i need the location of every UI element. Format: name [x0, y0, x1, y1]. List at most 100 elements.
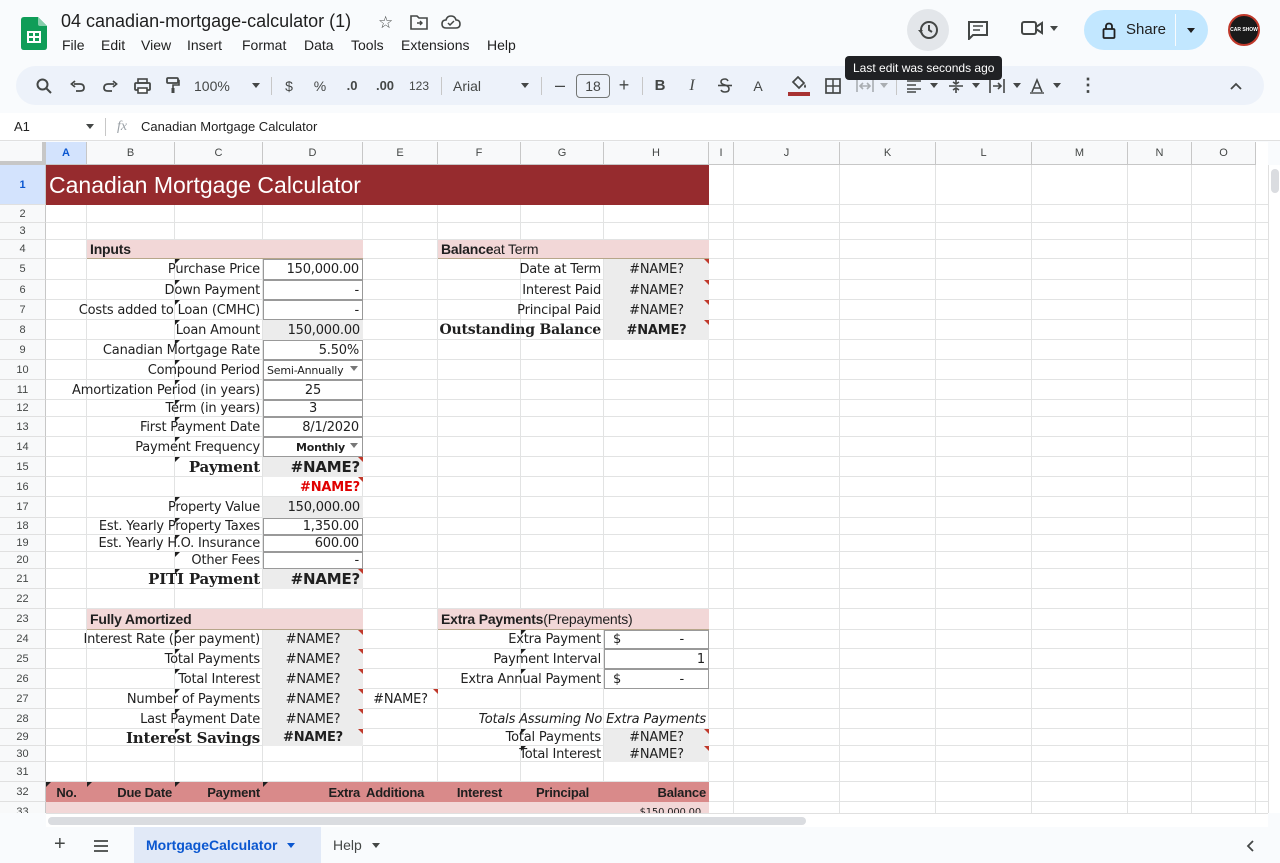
add-sheet-icon[interactable]: + — [54, 834, 66, 854]
column-header-n[interactable]: N — [1128, 142, 1192, 165]
column-header-f[interactable]: F — [438, 142, 521, 165]
column-header-o[interactable]: O — [1192, 142, 1256, 165]
redo-icon[interactable] — [100, 66, 120, 105]
row-header-19[interactable]: 19 — [0, 535, 46, 552]
font-select[interactable]: Arial — [453, 66, 529, 105]
menu-format[interactable]: Format — [242, 37, 286, 53]
print-icon[interactable] — [132, 66, 152, 105]
input-value[interactable]: #NAME? — [263, 569, 363, 589]
font-size-input[interactable]: 18 — [576, 74, 610, 98]
horizontal-scrollbar[interactable] — [46, 813, 1268, 827]
menu-file[interactable]: File — [62, 37, 85, 53]
column-header-h[interactable]: H — [604, 142, 709, 165]
more-formats-button[interactable]: 123 — [407, 66, 431, 105]
input-value[interactable]: 8/1/2020 — [263, 417, 363, 437]
name-box[interactable]: A1 — [0, 113, 100, 140]
input-value[interactable]: 1,350.00 — [263, 518, 363, 535]
input-value[interactable]: 150,000.00 — [263, 320, 363, 340]
vertical-scrollbar-track[interactable] — [1268, 165, 1280, 813]
row-header-18[interactable]: 18 — [0, 518, 46, 535]
row-header-3[interactable]: 3 — [0, 223, 46, 240]
dropdown-chevron-icon[interactable] — [350, 443, 358, 448]
sheets-logo-icon[interactable] — [21, 17, 47, 50]
text-color-button[interactable]: A — [750, 66, 766, 105]
increase-font-size-button[interactable]: + — [617, 66, 631, 105]
comments-icon[interactable] — [967, 20, 989, 45]
input-value[interactable]: - — [263, 280, 363, 300]
menu-help[interactable]: Help — [487, 37, 516, 53]
row-header-33[interactable]: 33 — [0, 802, 46, 813]
input-value[interactable]: - — [263, 300, 363, 320]
extra-value[interactable]: $ - — [604, 669, 709, 689]
row-header-26[interactable]: 26 — [0, 669, 46, 689]
row-header-4[interactable]: 4 — [0, 240, 46, 259]
tab-help[interactable]: Help — [333, 827, 380, 863]
row-header-13[interactable]: 13 — [0, 417, 46, 437]
row-header-8[interactable]: 8 — [0, 320, 46, 340]
bold-button[interactable]: B — [653, 66, 667, 105]
avatar[interactable]: CAR SHOW — [1228, 14, 1260, 46]
share-dropdown-icon[interactable] — [1187, 28, 1195, 33]
row-header-27[interactable]: 27 — [0, 689, 46, 709]
row-header-21[interactable]: 21 — [0, 569, 46, 589]
document-title[interactable]: 04 canadian-mortgage-calculator (1) — [61, 11, 351, 32]
row-header-20[interactable]: 20 — [0, 552, 46, 569]
column-header-k[interactable]: K — [840, 142, 936, 165]
row-header-15[interactable]: 15 — [0, 457, 46, 477]
column-header-c[interactable]: C — [175, 142, 263, 165]
format-currency-button[interactable]: $ — [282, 66, 296, 105]
input-value[interactable]: 25 — [263, 380, 363, 400]
row-header-9[interactable]: 9 — [0, 340, 46, 360]
search-menus-icon[interactable] — [34, 66, 54, 105]
row-header-32[interactable]: 32 — [0, 782, 46, 802]
column-header-m[interactable]: M — [1032, 142, 1128, 165]
column-header-e[interactable]: E — [363, 142, 438, 165]
row-header-2[interactable]: 2 — [0, 205, 46, 223]
column-header-i[interactable]: I — [709, 142, 734, 165]
row-header-6[interactable]: 6 — [0, 280, 46, 300]
input-value[interactable]: 150,000.00 — [263, 259, 363, 280]
row-header-28[interactable]: 28 — [0, 709, 46, 729]
row-header-25[interactable]: 25 — [0, 649, 46, 669]
column-header-d[interactable]: D — [263, 142, 363, 165]
paint-format-icon[interactable] — [163, 66, 183, 105]
format-percent-button[interactable]: % — [313, 66, 327, 105]
column-header-a[interactable]: A — [46, 142, 87, 165]
column-header-j[interactable]: J — [734, 142, 840, 165]
increase-decimal-button[interactable]: .00 — [373, 66, 397, 105]
menu-insert[interactable]: Insert — [187, 37, 222, 53]
menu-tools[interactable]: Tools — [351, 37, 384, 53]
dropdown-chevron-icon[interactable] — [350, 366, 358, 371]
decrease-font-size-button[interactable]: – — [553, 66, 567, 105]
row-header-10[interactable]: 10 — [0, 360, 46, 380]
row-header-16[interactable]: 16 — [0, 477, 46, 497]
all-sheets-icon[interactable] — [93, 839, 109, 857]
extra-value[interactable]: $ - — [604, 630, 709, 649]
row-header-5[interactable]: 5 — [0, 259, 46, 280]
row-header-30[interactable]: 30 — [0, 746, 46, 762]
vertical-scroll-thumb[interactable] — [1271, 169, 1279, 193]
row-header-11[interactable]: 11 — [0, 380, 46, 400]
column-header-l[interactable]: L — [936, 142, 1032, 165]
input-value[interactable]: 5.50% — [263, 340, 363, 360]
row-header-23[interactable]: 23 — [0, 609, 46, 630]
row-header-12[interactable]: 12 — [0, 400, 46, 417]
menu-data[interactable]: Data — [304, 37, 334, 53]
move-folder-icon[interactable] — [410, 14, 428, 35]
italic-button[interactable]: I — [685, 66, 699, 105]
zoom-select[interactable]: 100% — [194, 66, 260, 105]
input-value[interactable]: #NAME? — [263, 457, 363, 477]
input-value[interactable]: Monthly — [263, 437, 363, 457]
formula-input[interactable]: Canadian Mortgage Calculator — [141, 119, 317, 134]
horizontal-scroll-thumb[interactable] — [48, 817, 806, 825]
input-value[interactable]: 150,000.00 — [263, 497, 363, 518]
row-header-24[interactable]: 24 — [0, 630, 46, 649]
column-header-g[interactable]: G — [521, 142, 604, 165]
row-header-31[interactable]: 31 — [0, 762, 46, 782]
share-button[interactable]: Share — [1084, 10, 1208, 50]
row-header-17[interactable]: 17 — [0, 497, 46, 518]
extra-value[interactable]: 1 — [604, 649, 709, 669]
collapse-menus-icon[interactable] — [1228, 66, 1244, 105]
input-value[interactable]: Semi-Annually — [263, 360, 363, 380]
row-header-22[interactable]: 22 — [0, 589, 46, 609]
